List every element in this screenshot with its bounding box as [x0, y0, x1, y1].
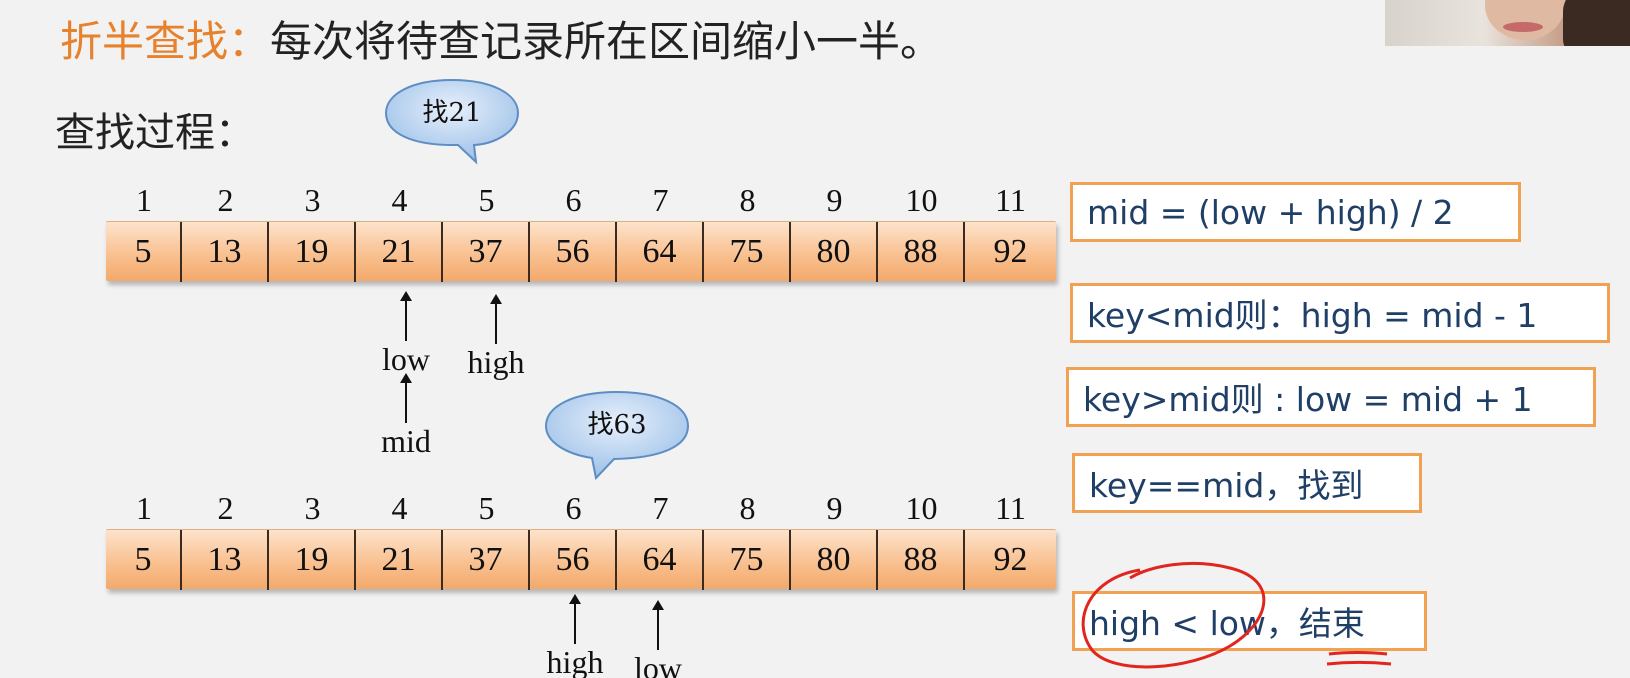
array-cell: 56: [530, 222, 617, 282]
title-accent: 折半查找：: [60, 17, 271, 66]
index-label: 6: [565, 182, 582, 218]
index-label: 8: [739, 182, 756, 218]
array-cell: 64: [617, 530, 704, 590]
search-bubble-2: 找63: [544, 390, 690, 480]
rule-mid-formula: mid = (low + high) / 2: [1070, 182, 1521, 242]
array-cell: 64: [617, 222, 704, 282]
index-label: 2: [217, 490, 234, 526]
array-cell: 88: [878, 530, 965, 590]
array-cell: 5: [106, 530, 182, 590]
array-cell: 56: [530, 530, 617, 590]
rule-key-less: key<mid则：high = mid - 1: [1070, 283, 1610, 343]
process-label: 查找过程：: [55, 110, 255, 156]
array-cell: 5: [106, 222, 182, 282]
index-label: 5: [478, 182, 495, 218]
pointer-label-high: high: [467, 344, 525, 380]
pointer-label-high: high: [546, 644, 604, 678]
bubble-text-1: 找21: [422, 98, 482, 128]
index-label: 6: [565, 490, 582, 526]
bubble-text-2: 找63: [587, 410, 647, 440]
pointer-label-low: low: [634, 650, 682, 678]
array-cell: 19: [269, 530, 356, 590]
array-cell: 21: [356, 530, 443, 590]
index-label: 3: [304, 490, 321, 526]
index-label: 10: [905, 182, 938, 218]
array-cell: 13: [182, 222, 269, 282]
array-cell: 37: [443, 222, 530, 282]
index-label: 9: [826, 490, 843, 526]
index-label: 7: [652, 490, 669, 526]
index-label: 1: [136, 490, 152, 526]
array-cell: 80: [791, 530, 878, 590]
rule-key-greater: key>mid则 : low = mid + 1: [1066, 367, 1596, 427]
index-label: 5: [478, 490, 495, 526]
index-label: 9: [826, 182, 843, 218]
index-label: 2: [217, 182, 234, 218]
array-bottom: 5 13 19 21 37 56 64 75 80 88 92: [106, 529, 1056, 590]
index-label: 4: [391, 490, 408, 526]
red-circle-annotation: [1081, 562, 1266, 669]
index-label: 10: [905, 490, 938, 526]
webcam-lips: [1503, 22, 1543, 32]
array-cell: 75: [704, 530, 791, 590]
array-cell: 13: [182, 530, 269, 590]
index-label: 11: [995, 182, 1026, 218]
index-label: 3: [304, 182, 321, 218]
pointer-mid-top: mid: [366, 373, 446, 460]
index-label: 4: [391, 182, 408, 218]
title-text: 每次将待查记录所在区间缩小一半。: [270, 17, 943, 66]
webcam-overlay: [1385, 0, 1630, 46]
red-underline-annotation: [1326, 651, 1392, 666]
index-label: 11: [995, 490, 1026, 526]
pointer-low-top: low: [366, 291, 446, 378]
array-cell: 80: [791, 222, 878, 282]
pointer-high-top: high: [456, 294, 536, 381]
array-cell: 88: [878, 222, 965, 282]
array-cell: 92: [993, 541, 1028, 578]
webcam-face: [1485, 0, 1565, 40]
index-label: 7: [652, 182, 669, 218]
array-cell: 75: [704, 222, 791, 282]
array-top: 5 13 19 21 37 56 64 75 80 88 92: [106, 221, 1056, 282]
pointer-low-bottom: low: [618, 600, 698, 678]
array-cell: 92: [993, 233, 1028, 270]
pointer-label-mid: mid: [381, 423, 431, 459]
array-cell: 19: [269, 222, 356, 282]
array-cell: 37: [443, 530, 530, 590]
pointer-high-bottom: high: [535, 594, 615, 678]
array-cell: 21: [356, 222, 443, 282]
slide-title: 折半查找：每次将待查记录所在区间缩小一半。: [60, 8, 942, 69]
webcam-hair: [1563, 0, 1630, 46]
index-label: 1: [136, 182, 152, 218]
search-bubble-1: 找21: [384, 78, 520, 165]
rule-key-equal: key==mid，找到: [1072, 453, 1422, 513]
index-label: 8: [739, 490, 756, 526]
